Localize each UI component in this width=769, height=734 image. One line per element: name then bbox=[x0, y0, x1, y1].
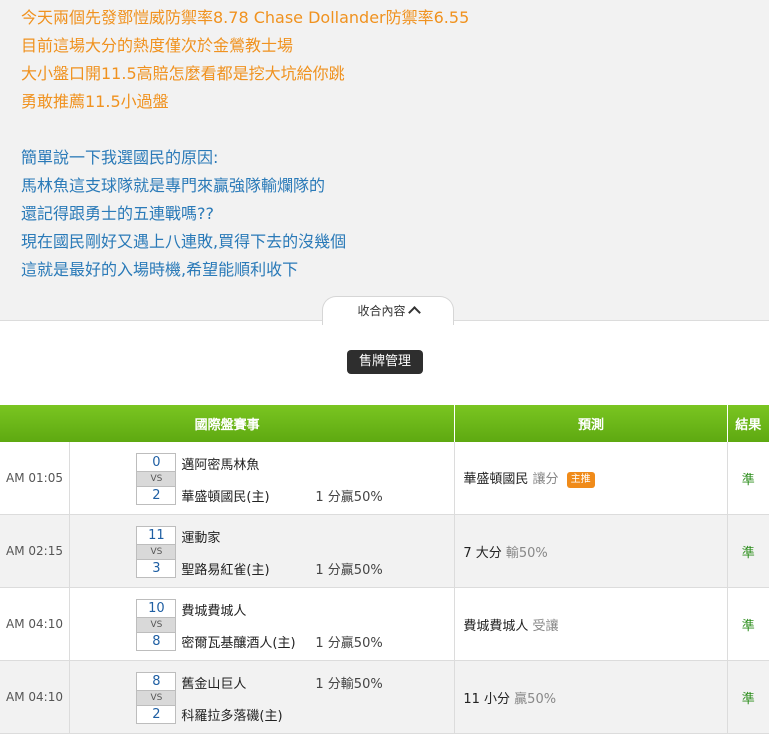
odds-note: 1 分贏50% bbox=[315, 636, 383, 651]
game-time: AM 02:15 bbox=[0, 514, 71, 588]
table-row: AM 04:10 8 VS 2 舊金山巨人 科羅拉多落磯(主) 1 分輸50% … bbox=[0, 660, 769, 734]
match-cell: 11 VS 3 運動家 聖路易紅雀(主) 1 分贏50% bbox=[69, 514, 456, 588]
odds-note: 1 分贏50% bbox=[315, 563, 383, 578]
score-box: 0 VS 2 bbox=[136, 453, 177, 505]
article-line: 簡單說一下我選國民的原因: bbox=[21, 148, 219, 167]
vs-label: VS bbox=[137, 617, 176, 633]
score-box: 10 VS 8 bbox=[136, 599, 177, 651]
game-time: AM 04:10 bbox=[0, 587, 71, 661]
prediction-type: 受讓 bbox=[532, 618, 559, 634]
match-cell: 10 VS 8 費城費城人 密爾瓦基釀酒人(主) 1 分贏50% bbox=[69, 587, 456, 661]
team-home: 華盛頓國民(主) bbox=[181, 490, 270, 505]
score-home: 8 bbox=[152, 634, 161, 649]
prediction-type: 輸50% bbox=[505, 545, 548, 561]
header-match: 國際盤賽事 bbox=[0, 405, 456, 442]
sell-management-button[interactable]: 售牌管理 bbox=[347, 350, 423, 374]
collapse-label: 收合內容 bbox=[357, 304, 406, 318]
score-away: 8 bbox=[152, 674, 161, 689]
collapse-content-button[interactable]: 收合內容 bbox=[322, 296, 454, 325]
article-content: 今天兩個先發鄧愷威防禦率8.78 Chase Dollander防禦率6.55 … bbox=[0, 0, 769, 321]
vs-label: VS bbox=[137, 690, 176, 706]
chevron-up-icon bbox=[407, 306, 421, 319]
featured-badge: 主推 bbox=[566, 471, 595, 488]
odds-note: 1 分輸50% bbox=[315, 677, 383, 692]
prediction-cell: 華盛頓國民 讓分 主推 bbox=[454, 442, 728, 515]
prediction-pick: 11 小分 bbox=[463, 691, 511, 707]
score-home: 2 bbox=[152, 488, 161, 503]
score-home: 2 bbox=[152, 707, 161, 722]
article-line: 馬林魚這支球隊就是專門來贏強隊輸爛隊的 bbox=[21, 176, 326, 195]
article-line: 現在國民剛好又遇上八連敗,買得下去的沒幾個 bbox=[21, 232, 347, 251]
team-away: 邁阿密馬林魚 bbox=[181, 458, 260, 473]
prediction-pick: 7 大分 bbox=[463, 545, 502, 561]
score-home: 3 bbox=[152, 561, 161, 576]
vs-label: VS bbox=[137, 471, 176, 487]
match-cell: 8 VS 2 舊金山巨人 科羅拉多落磯(主) 1 分輸50% bbox=[69, 660, 456, 734]
vs-label: VS bbox=[137, 544, 176, 560]
result-cell: 準 bbox=[727, 587, 769, 661]
score-away: 10 bbox=[148, 601, 165, 616]
header-prediction: 預測 bbox=[454, 405, 728, 442]
score-away: 0 bbox=[152, 455, 161, 470]
games-table: 國際盤賽事 預測 結果 AM 01:05 0 VS 2 邁阿密馬林魚 華盛頓國民… bbox=[0, 405, 769, 734]
prediction-type: 贏50% bbox=[514, 691, 557, 707]
game-time: AM 04:10 bbox=[0, 660, 71, 734]
article-line: 這就是最好的入場時機,希望能順利收下 bbox=[21, 260, 299, 279]
team-home: 聖路易紅雀(主) bbox=[181, 563, 270, 578]
article-line: 大小盤口開11.5高賠怎麼看都是挖大坑給你跳 bbox=[21, 64, 345, 83]
game-time: AM 01:05 bbox=[0, 442, 71, 515]
prediction-type: 讓分 bbox=[532, 471, 559, 487]
prediction-cell: 7 大分 輸50% bbox=[454, 514, 728, 588]
header-result: 結果 bbox=[727, 405, 769, 442]
score-box: 8 VS 2 bbox=[136, 672, 177, 724]
score-box: 11 VS 3 bbox=[136, 526, 177, 578]
team-home: 密爾瓦基釀酒人(主) bbox=[181, 636, 296, 651]
team-home: 科羅拉多落磯(主) bbox=[181, 709, 283, 724]
team-away: 舊金山巨人 bbox=[181, 677, 247, 692]
result-cell: 準 bbox=[727, 442, 769, 515]
score-away: 11 bbox=[148, 528, 165, 543]
prediction-cell: 費城費城人 受讓 bbox=[454, 587, 728, 661]
prediction-pick: 華盛頓國民 bbox=[463, 471, 529, 487]
table-row: AM 04:10 10 VS 8 費城費城人 密爾瓦基釀酒人(主) 1 分贏50… bbox=[0, 587, 769, 661]
match-cell: 0 VS 2 邁阿密馬林魚 華盛頓國民(主) 1 分贏50% bbox=[69, 442, 456, 515]
prediction-pick: 費城費城人 bbox=[463, 618, 529, 634]
table-row: AM 01:05 0 VS 2 邁阿密馬林魚 華盛頓國民(主) 1 分贏50% … bbox=[0, 442, 769, 515]
odds-note: 1 分贏50% bbox=[315, 490, 383, 505]
article-line: 今天兩個先發鄧愷威防禦率8.78 Chase Dollander防禦率6.55 bbox=[21, 8, 470, 27]
article-line: 還記得跟勇士的五連戰嗎?? bbox=[21, 204, 214, 223]
team-away: 費城費城人 bbox=[181, 604, 247, 619]
article-line: 勇敢推薦11.5小過盤 bbox=[21, 92, 169, 111]
table-row: AM 02:15 11 VS 3 運動家 聖路易紅雀(主) 1 分贏50% 7 … bbox=[0, 514, 769, 588]
prediction-cell: 11 小分 贏50% bbox=[454, 660, 728, 734]
result-cell: 準 bbox=[727, 660, 769, 734]
result-cell: 準 bbox=[727, 514, 769, 588]
team-away: 運動家 bbox=[181, 531, 221, 546]
article-line: 目前這場大分的熱度僅次於金鶯教士場 bbox=[21, 36, 294, 55]
